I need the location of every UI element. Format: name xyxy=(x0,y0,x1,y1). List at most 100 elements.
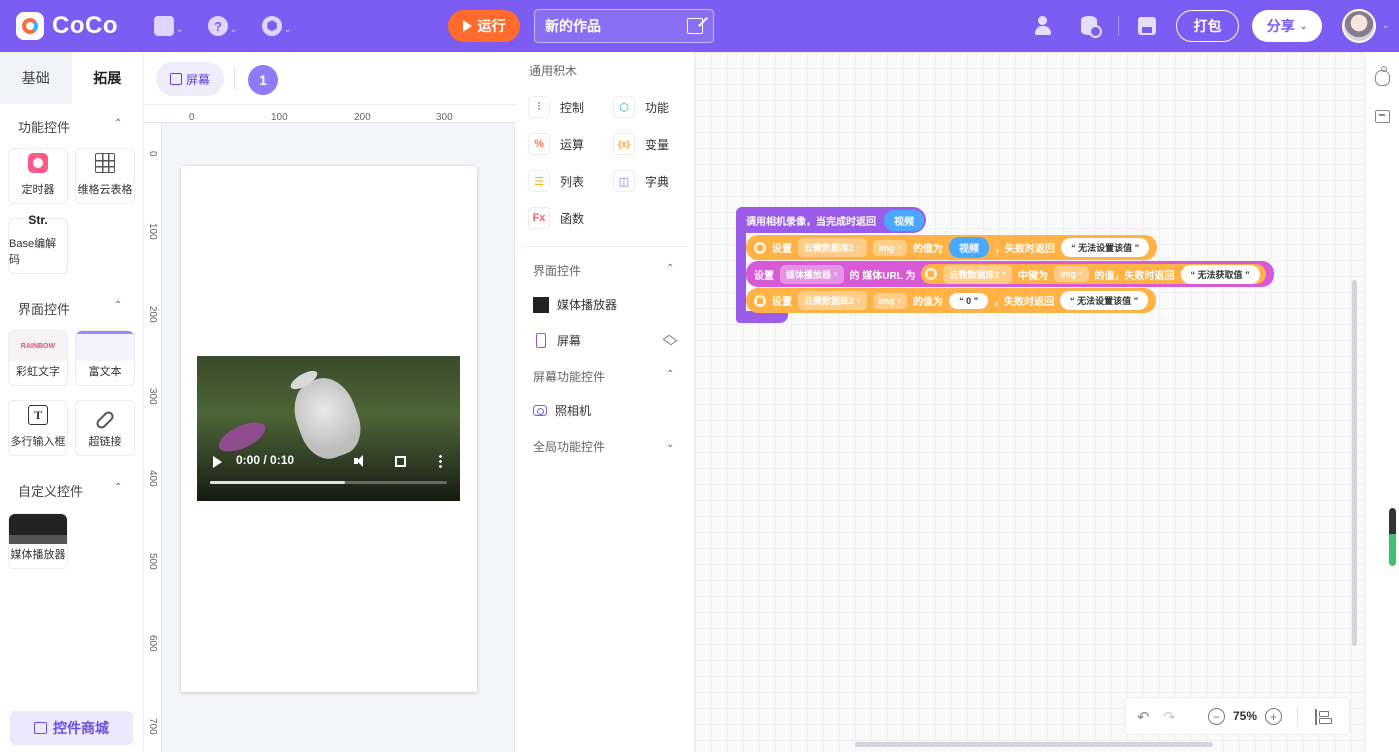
chevron-up-icon[interactable]: ⌃ xyxy=(666,263,674,274)
widget-multiline-input[interactable]: T 多行输入框 xyxy=(8,400,68,456)
category-list[interactable]: ☰ 列表 xyxy=(528,170,584,192)
chevron-up-icon[interactable]: ⌃ xyxy=(114,118,122,129)
chevron-down-icon[interactable]: ⌄ xyxy=(1382,20,1390,31)
code-workspace[interactable]: 调用相机录像，当完成时返回 视频 设置 云微数据库2 ▾ img ▾ 的值为 视频 … xyxy=(695,52,1364,752)
widget-hyperlink[interactable]: 超链接 xyxy=(75,400,135,456)
collaborators-icon[interactable] xyxy=(1034,14,1058,38)
database-icon[interactable] xyxy=(1078,14,1102,38)
key-dropdown[interactable]: img ▾ xyxy=(872,292,908,309)
block-group-media-player[interactable]: 媒体播放器 xyxy=(533,296,617,313)
play-icon[interactable] xyxy=(213,456,222,468)
category-functions[interactable]: Fx 函数 xyxy=(528,207,584,229)
widget-media-player[interactable]: 媒体播放器 xyxy=(8,513,68,569)
project-title-field[interactable]: 新的作品 xyxy=(534,9,714,43)
block-group-screen[interactable]: 屏幕 xyxy=(533,332,581,349)
block-param[interactable]: 视频 xyxy=(884,209,924,231)
zoom-out-icon[interactable]: − xyxy=(1208,708,1225,725)
volume-icon[interactable] xyxy=(354,455,368,467)
run-button[interactable]: 运行 xyxy=(448,10,520,42)
widget-rich-text[interactable]: 富文本 xyxy=(75,330,135,386)
set-db-block-2[interactable]: 设置 云微数据库2 ▾ img ▾ 的值为 “ 0 ” ，失败时返回 “ 无法设置该… xyxy=(746,288,1157,313)
zoom-in-icon[interactable]: + xyxy=(1265,708,1282,725)
category-operator[interactable]: % 运算 xyxy=(528,133,584,155)
redo-icon[interactable]: ↷ xyxy=(1163,708,1176,726)
ruler-tick: 100 xyxy=(147,223,158,240)
player-dropdown[interactable]: 媒体播放器 ▾ xyxy=(780,264,844,284)
fullscreen-icon[interactable] xyxy=(395,456,406,467)
operator-icon: % xyxy=(528,133,550,155)
help-menu[interactable]: ? ⌄ xyxy=(208,14,238,38)
horizontal-scrollbar[interactable] xyxy=(855,742,1213,747)
section-title: 界面控件 xyxy=(533,264,582,278)
toolbox-icon[interactable] xyxy=(1375,110,1390,123)
number-input[interactable]: “ 0 ” xyxy=(949,292,989,309)
bug-icon[interactable] xyxy=(1375,66,1390,86)
widget-vika-table[interactable]: 维格云表格 xyxy=(75,148,135,204)
align-blocks-icon[interactable] xyxy=(1315,709,1332,725)
block-group-camera[interactable]: 照相机 xyxy=(533,402,591,419)
category-control[interactable]: ⫶ 控制 xyxy=(528,96,584,118)
key-dropdown[interactable]: img ▾ xyxy=(1054,266,1089,282)
tab-basic[interactable]: 基础 xyxy=(0,52,72,104)
block-param[interactable]: 视频 xyxy=(949,237,990,258)
screen-page-number[interactable]: 1 xyxy=(248,65,278,95)
category-dictionary[interactable]: ◫ 字典 xyxy=(613,170,669,192)
chevron-up-icon[interactable]: ⌃ xyxy=(114,300,122,311)
widget-rainbow-text[interactable]: RAINBOW 彩虹文字 xyxy=(8,330,68,386)
chevron-up-icon[interactable]: ⌃ xyxy=(114,482,122,493)
category-label: 运算 xyxy=(560,137,585,152)
set-db-block-1[interactable]: 设置 云微数据库2 ▾ img ▾ 的值为 视频 ，失败时返回 “ 无法设置该值 ” xyxy=(746,235,1158,260)
widget-store-button[interactable]: 控件商城 xyxy=(10,711,133,745)
vertical-scrollbar[interactable] xyxy=(1352,280,1357,646)
logo[interactable]: CoCo xyxy=(16,12,118,40)
file-menu[interactable]: ⌄ xyxy=(154,14,184,38)
pack-button[interactable]: 打包 xyxy=(1176,10,1239,42)
save-icon[interactable] xyxy=(1135,14,1159,38)
layers-icon[interactable] xyxy=(662,334,678,346)
phone-icon xyxy=(536,333,546,348)
rainbow-thumb: RAINBOW xyxy=(9,331,67,361)
category-function[interactable]: ⬡ 功能 xyxy=(613,96,669,118)
chevron-up-icon[interactable]: ⌃ xyxy=(666,369,674,380)
camera-record-block[interactable]: 调用相机录像，当完成时返回 视频 xyxy=(736,207,926,233)
block-palette: 通用积木 ⫶ 控制 ⬡ 功能 % 运算 {x} 变量 ☰ 列表 ◫ 字典 Fx … xyxy=(515,52,695,752)
tab-extension[interactable]: 拓展 xyxy=(71,52,143,104)
more-vertical-icon[interactable] xyxy=(439,454,442,468)
db-dropdown[interactable]: 云微数据库2 ▾ xyxy=(798,238,867,257)
fx-icon: Fx xyxy=(528,207,550,229)
section-title: 功能控件 xyxy=(18,120,71,135)
category-label: 控制 xyxy=(560,100,585,115)
widget-timer[interactable]: 定时器 xyxy=(8,148,68,204)
share-button[interactable]: 分享 ⌄ xyxy=(1252,10,1322,42)
widget-base-codec[interactable]: Str. Base编解码 xyxy=(8,213,68,274)
screen-button[interactable]: 屏幕 xyxy=(156,62,224,96)
settings-menu[interactable]: ⬢ ⌄ xyxy=(262,14,292,38)
string-input[interactable]: “ 无法设置该值 ” xyxy=(1060,291,1149,310)
media-player-preview[interactable]: 0:00 / 0:10 xyxy=(197,356,460,501)
cloud-icon xyxy=(925,268,938,280)
category-variable[interactable]: {x} 变量 xyxy=(613,133,669,155)
chevron-down-icon: ▾ xyxy=(897,244,902,252)
ruler-tick: 200 xyxy=(147,306,158,323)
timer-icon xyxy=(28,153,48,173)
chevron-down-icon: ⌄ xyxy=(1299,20,1308,31)
string-input[interactable]: “ 无法设置该值 ” xyxy=(1061,238,1150,257)
chevron-down-icon[interactable]: ⌄ xyxy=(666,439,674,450)
edit-icon[interactable] xyxy=(687,18,703,34)
key-dropdown[interactable]: img ▾ xyxy=(872,239,908,256)
undo-icon[interactable]: ↶ xyxy=(1137,708,1150,726)
block-text: 设置 xyxy=(772,244,792,255)
ruler-tick: 400 xyxy=(147,470,158,487)
zoom-toolbar: ↶ ↷ − 75% + xyxy=(1124,697,1350,735)
item-label: 屏幕 xyxy=(557,334,582,348)
chevron-down-icon: ▾ xyxy=(857,297,861,305)
get-db-block[interactable]: 云微数据库2 ▾ 中键为 img ▾ 的值，失败时返回 “ 无法获取值 ” xyxy=(921,264,1266,284)
avatar[interactable] xyxy=(1342,9,1376,43)
stage-toolbar: 屏幕 1 xyxy=(144,52,515,105)
dropdown-value: 云微数据库2 xyxy=(949,269,1000,280)
string-input[interactable]: “ 无法获取值 ” xyxy=(1180,264,1260,284)
set-media-url-block[interactable]: 设置 媒体播放器 ▾ 的 媒体URL 为 云微数据库2 ▾ 中键为 img ▾ 的值，… xyxy=(746,261,1274,287)
db-dropdown[interactable]: 云微数据库2 ▾ xyxy=(798,291,867,310)
db-dropdown[interactable]: 云微数据库2 ▾ xyxy=(943,264,1012,284)
dropdown-value: 云微数据库2 xyxy=(804,243,855,253)
